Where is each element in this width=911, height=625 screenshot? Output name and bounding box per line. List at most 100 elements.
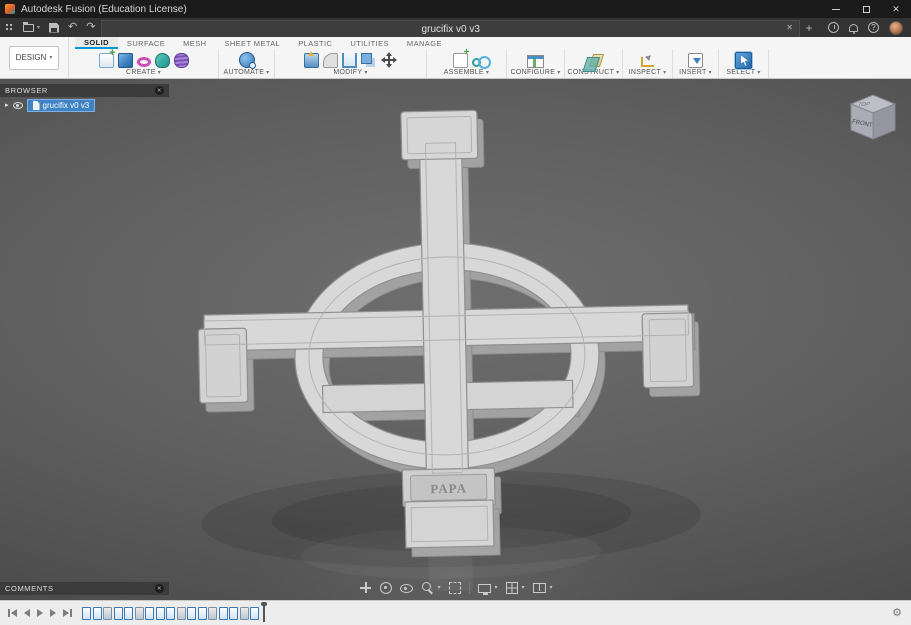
- select-tool-icon[interactable]: [735, 52, 752, 69]
- apps-grid-icon[interactable]: [5, 23, 14, 32]
- select-menu[interactable]: SELECT▾: [726, 69, 760, 76]
- box-icon[interactable]: [118, 53, 133, 68]
- shell-icon[interactable]: [342, 53, 357, 68]
- fit-icon[interactable]: [448, 582, 460, 594]
- assemble-menu[interactable]: ASSEMBLE▾: [444, 69, 489, 76]
- sweep-icon[interactable]: [155, 53, 170, 68]
- construction-plane-icon[interactable]: [588, 54, 603, 67]
- document-tab-close-icon[interactable]: ✕: [786, 23, 793, 32]
- fusion-logo-icon: [5, 4, 15, 14]
- grucifix-model: PAPA: [193, 106, 704, 596]
- timeline-feature-sketch[interactable]: [229, 607, 238, 620]
- zoom-icon[interactable]: [420, 581, 433, 594]
- automate-menu[interactable]: AUTOMATE▾: [224, 69, 270, 76]
- maximize-button[interactable]: [851, 0, 881, 18]
- look-at-icon[interactable]: [399, 584, 412, 593]
- move-copy-icon[interactable]: [380, 51, 398, 69]
- avatar[interactable]: [889, 21, 903, 35]
- timeline-play-button[interactable]: [37, 609, 43, 617]
- save-icon[interactable]: [49, 23, 59, 33]
- grid-settings-icon[interactable]: [506, 582, 518, 594]
- comments-header[interactable]: COMMENTS ✕: [0, 582, 169, 595]
- browser-root-item[interactable]: grucifix v0 v3: [27, 99, 96, 112]
- comments-close-icon[interactable]: ✕: [155, 584, 164, 593]
- redo-icon[interactable]: ↷: [86, 22, 95, 33]
- viewport-canvas[interactable]: PAPA TOP FRONT BROWSER ✕ ▸: [0, 79, 911, 600]
- timeline-go-to-end-button[interactable]: [63, 609, 72, 617]
- file-menu-icon[interactable]: [23, 24, 34, 32]
- browser-close-icon[interactable]: ✕: [155, 86, 164, 95]
- new-tab-button[interactable]: +: [800, 21, 818, 35]
- fillet-icon[interactable]: [323, 53, 338, 68]
- undo-icon[interactable]: ↶: [68, 22, 77, 33]
- expand-arrow-icon[interactable]: ▸: [5, 102, 9, 109]
- viewports-caret-icon[interactable]: ▾: [550, 584, 553, 591]
- timeline-feature-sketch[interactable]: [198, 607, 207, 620]
- new-component-icon[interactable]: [453, 53, 468, 68]
- create-menu[interactable]: CREATE▾: [126, 69, 161, 76]
- timeline-feature-sketch[interactable]: [124, 607, 133, 620]
- grid-settings-caret-icon[interactable]: ▾: [522, 584, 525, 591]
- timeline-go-to-start-button[interactable]: [8, 609, 17, 617]
- timeline-feature-sketch[interactable]: [82, 607, 91, 620]
- timeline-feature-sketch[interactable]: [93, 607, 102, 620]
- window-title: Autodesk Fusion (Education License): [21, 4, 187, 15]
- zoom-caret-icon[interactable]: ▾: [437, 584, 440, 591]
- tab-sheet-metal[interactable]: SHEET METAL: [215, 37, 289, 49]
- timeline-feature-extrude[interactable]: [208, 607, 217, 620]
- tab-mesh[interactable]: MESH: [174, 37, 215, 49]
- timeline-settings-gear-icon[interactable]: ⚙: [892, 608, 911, 619]
- browser-header[interactable]: BROWSER ✕: [0, 84, 169, 97]
- browser-root-row[interactable]: ▸ grucifix v0 v3: [0, 98, 169, 113]
- notifications-icon[interactable]: [849, 24, 858, 32]
- tab-utilities[interactable]: UTILITIES: [341, 37, 398, 49]
- orbit-icon[interactable]: [379, 582, 391, 594]
- timeline-step-forward-button[interactable]: [50, 609, 56, 617]
- timeline-feature-extrude[interactable]: [240, 607, 249, 620]
- tab-surface[interactable]: SURFACE: [118, 37, 174, 49]
- tab-manage[interactable]: MANAGE: [398, 37, 451, 49]
- document-tab[interactable]: grucifix v0 v3 ✕: [101, 20, 800, 37]
- modify-menu[interactable]: MODIFY▾: [333, 69, 367, 76]
- timeline-feature-sketch[interactable]: [219, 607, 228, 620]
- configure-menu[interactable]: CONFIGURE▾: [510, 69, 560, 76]
- combine-icon[interactable]: [361, 53, 372, 64]
- viewcube[interactable]: TOP FRONT: [841, 87, 903, 149]
- timeline-feature-sketch[interactable]: [250, 607, 259, 620]
- viewports-icon[interactable]: [533, 583, 546, 593]
- timeline-step-back-button[interactable]: [24, 609, 30, 617]
- help-icon[interactable]: ?: [868, 22, 879, 33]
- file-menu-caret-icon[interactable]: ▾: [37, 24, 40, 31]
- timeline-feature-sketch[interactable]: [166, 607, 175, 620]
- close-button[interactable]: ✕: [881, 0, 911, 18]
- minimize-button[interactable]: [821, 0, 851, 18]
- timeline-feature-sketch[interactable]: [156, 607, 165, 620]
- insert-menu[interactable]: INSERT▾: [679, 69, 712, 76]
- timeline-feature-sketch[interactable]: [145, 607, 154, 620]
- pan-icon[interactable]: [358, 581, 371, 594]
- timeline-feature-extrude[interactable]: [177, 607, 186, 620]
- measure-icon[interactable]: [641, 57, 654, 67]
- visibility-eye-icon[interactable]: [13, 102, 23, 109]
- revolve-icon[interactable]: [137, 57, 151, 67]
- inspect-menu[interactable]: INSPECT▾: [629, 69, 667, 76]
- timeline-feature-sketch[interactable]: [114, 607, 123, 620]
- insert-icon[interactable]: [688, 53, 703, 68]
- timeline-feature-extrude[interactable]: [103, 607, 112, 620]
- automate-icon[interactable]: [239, 52, 255, 68]
- model-viewport[interactable]: PAPA: [0, 79, 911, 600]
- display-settings-icon[interactable]: [477, 584, 490, 593]
- group-select: SELECT▾: [719, 49, 769, 78]
- joint-icon[interactable]: [472, 58, 481, 67]
- timeline-feature-extrude[interactable]: [135, 607, 144, 620]
- create-sketch-icon[interactable]: [99, 53, 114, 68]
- display-settings-caret-icon[interactable]: ▾: [494, 584, 497, 591]
- coil-icon[interactable]: [174, 53, 189, 68]
- press-pull-icon[interactable]: [304, 53, 319, 68]
- workspace-switcher-button[interactable]: DESIGN ▾: [9, 46, 59, 70]
- configure-icon[interactable]: [527, 55, 544, 68]
- timeline-feature-sketch[interactable]: [187, 607, 196, 620]
- job-status-icon[interactable]: [828, 22, 839, 33]
- timeline-playhead[interactable]: [263, 605, 265, 622]
- tab-plastic[interactable]: PLASTIC: [289, 37, 341, 49]
